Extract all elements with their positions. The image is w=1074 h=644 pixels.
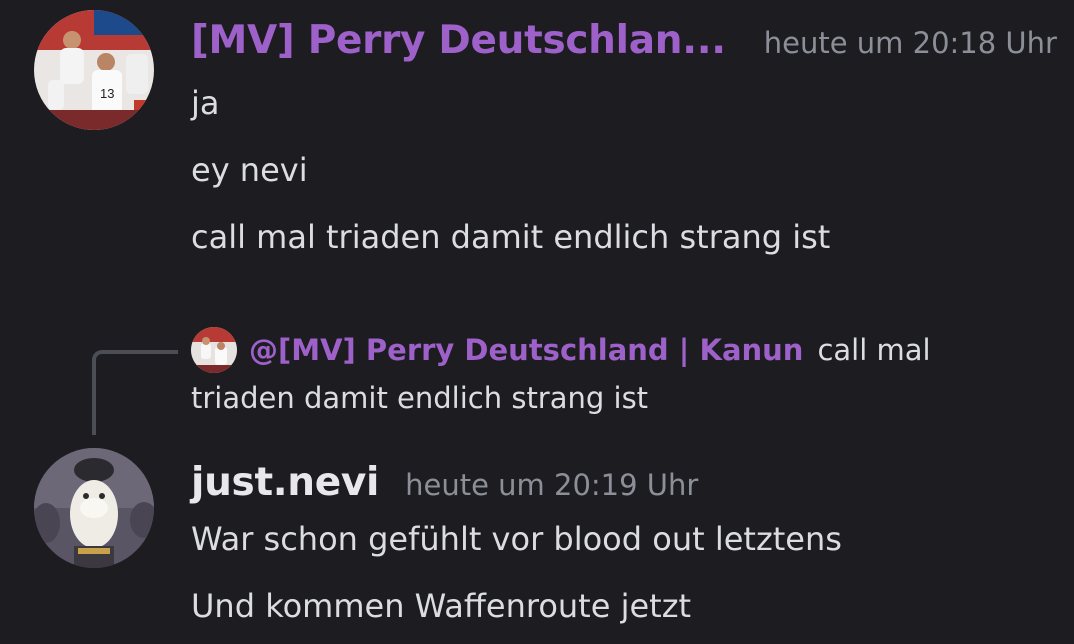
reply-text[interactable]: call mal <box>817 333 930 367</box>
message-text: ey nevi <box>191 151 308 189</box>
message-text: ja <box>191 84 220 122</box>
message-text: War schon gefühlt vor blood out letztens <box>191 520 842 558</box>
chat-view: 13 [MV] Perry Deutschlan... heute um 20:… <box>0 0 1074 644</box>
message-header: [MV] Perry Deutschlan... heute um 20:18 … <box>191 18 1057 63</box>
message-header: just.nevi heute um 20:19 Uhr <box>191 460 698 505</box>
reply-text[interactable]: triaden damit endlich strang ist <box>191 381 648 415</box>
username[interactable]: [MV] Perry Deutschlan... <box>191 18 726 63</box>
message-text: Und kommen Waffenroute jetzt <box>191 587 692 625</box>
svg-text:13: 13 <box>100 86 114 101</box>
timestamp: heute um 20:19 Uhr <box>405 468 699 502</box>
reply-connector <box>92 350 178 435</box>
reply-avatar <box>191 327 237 373</box>
reply-mention[interactable]: @[MV] Perry Deutschland | Kanun <box>249 333 803 367</box>
username[interactable]: just.nevi <box>191 460 379 505</box>
avatar[interactable]: 13 <box>34 10 154 130</box>
message-text: call mal triaden damit endlich strang is… <box>191 218 831 256</box>
reply-reference[interactable]: @[MV] Perry Deutschland | Kanun call mal <box>191 327 931 373</box>
avatar[interactable] <box>34 448 154 568</box>
timestamp: heute um 20:18 Uhr <box>763 26 1057 60</box>
